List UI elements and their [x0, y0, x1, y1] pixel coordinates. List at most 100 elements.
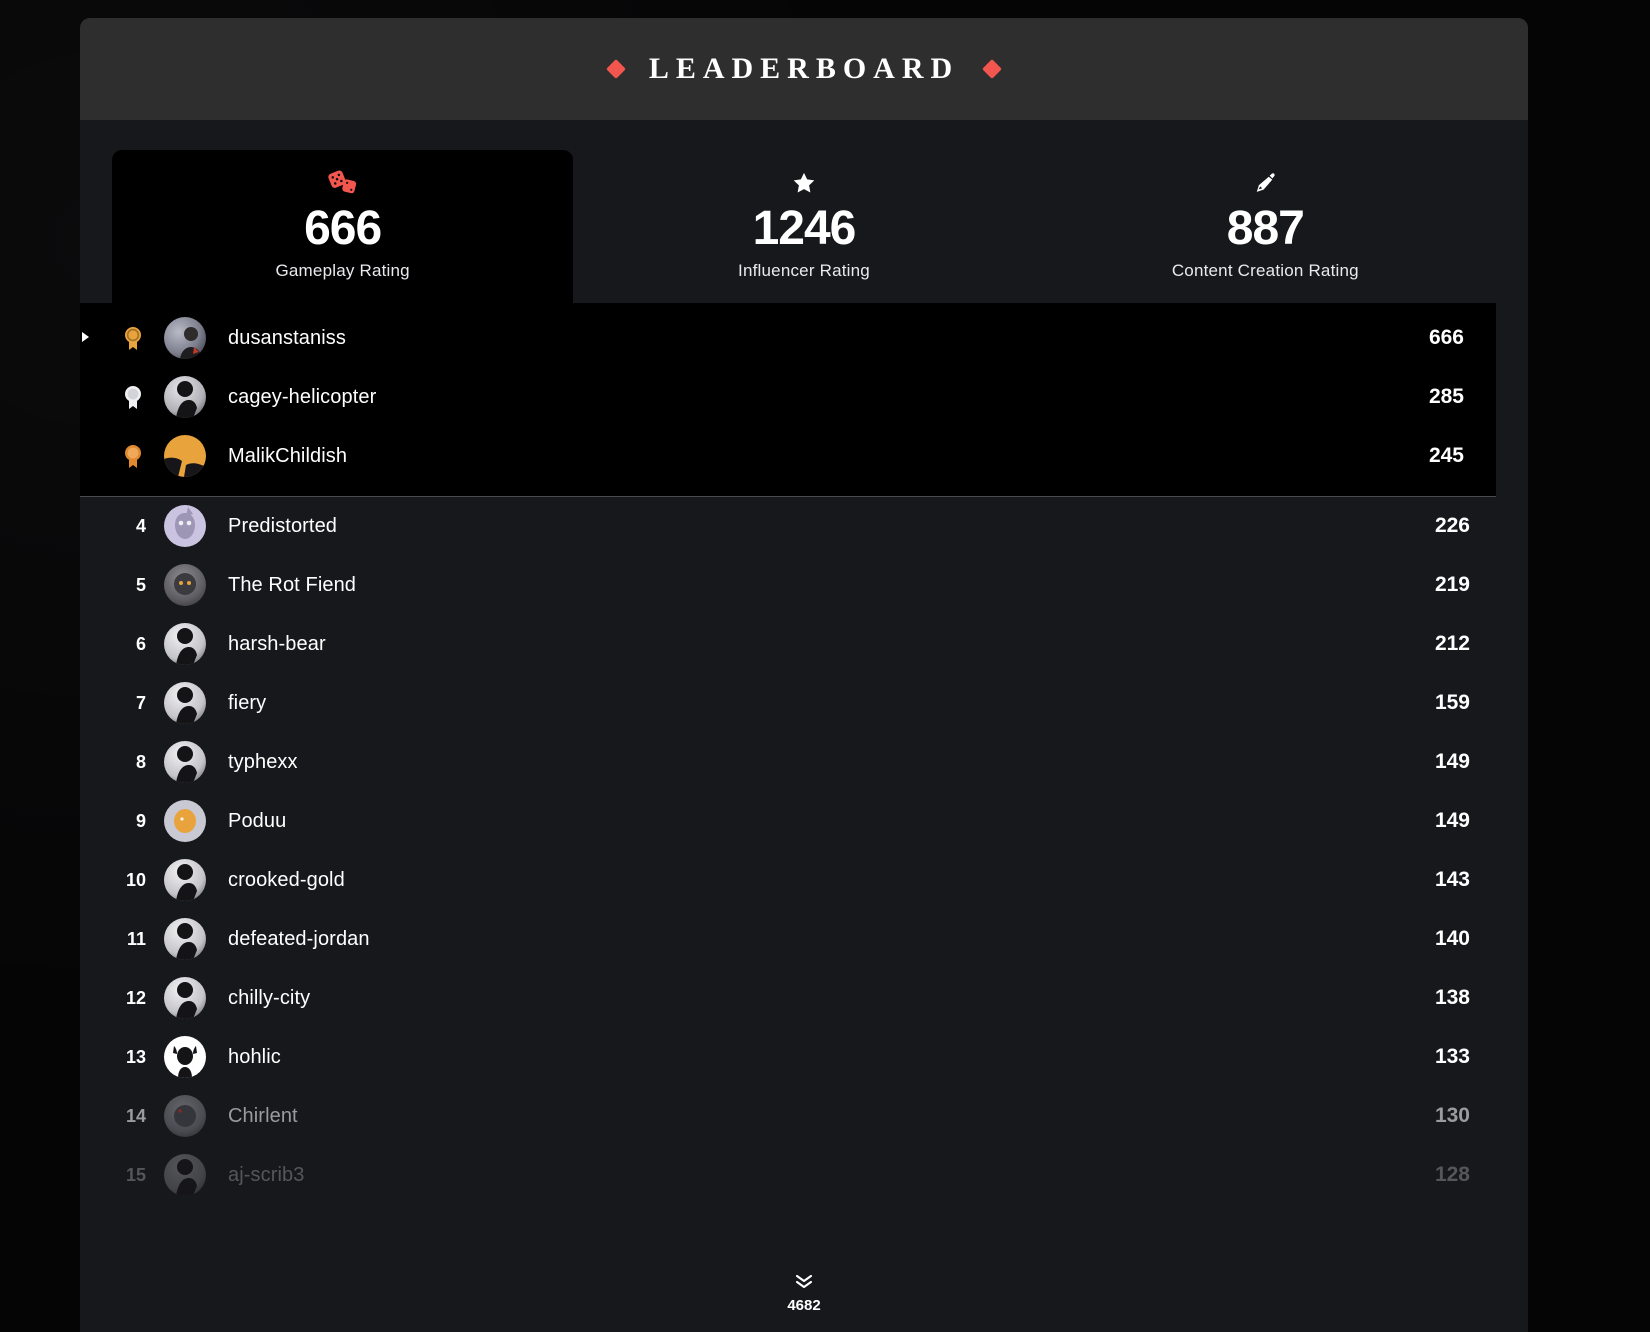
tab-influencer-value: 1246 [752, 202, 857, 255]
player-name: dusanstaniss [228, 326, 346, 349]
avatar [164, 623, 206, 666]
rank-cell-2 [80, 383, 160, 411]
table-row[interactable]: cagey-helicopter 285 [80, 368, 1496, 427]
tab-content-label: Content Creation Rating [1171, 260, 1359, 280]
player-name: crooked-gold [228, 868, 345, 891]
avatar [164, 918, 206, 961]
leaderboard-window: LEADERBOARD 666 Gameplay Rating 1246 Inf… [80, 18, 1528, 1332]
tab-influencer-rating[interactable]: 1246 Influencer Rating [573, 150, 1034, 303]
rank-cell: 10 [125, 869, 146, 890]
tab-influencer-label: Influencer Rating [738, 260, 870, 280]
avatar [164, 564, 206, 607]
player-score: 138 [1434, 986, 1470, 1010]
tab-content-value: 887 [1226, 202, 1305, 255]
leaderboard-list: 4 Predistorted 226 5 The Rot Fiend 219 6… [80, 497, 1528, 1205]
player-name: cagey-helicopter [228, 385, 377, 408]
tab-gameplay-rating[interactable]: 666 Gameplay Rating [112, 150, 574, 315]
gold-medal-icon [80, 324, 146, 352]
player-score: 130 [1434, 1104, 1470, 1128]
avatar [164, 1036, 206, 1079]
table-row[interactable]: 12 chilly-city 138 [80, 969, 1528, 1028]
table-row[interactable]: 15 aj-scrib3 128 [80, 1146, 1528, 1205]
chevron-double-down-icon[interactable] [794, 1274, 814, 1295]
rank-cell-1 [80, 324, 160, 352]
avatar [164, 859, 206, 902]
table-row[interactable]: MalikChildish 245 [80, 427, 1496, 486]
avatar [164, 1095, 206, 1138]
rank-cell: 14 [125, 1105, 146, 1126]
diamond-icon-right [982, 59, 1003, 79]
player-name: MalikChildish [228, 444, 348, 467]
rank-cell: 11 [126, 928, 146, 949]
rating-tabs: 666 Gameplay Rating 1246 Influencer Rati… [80, 120, 1528, 315]
rank-cell: 4 [135, 515, 146, 536]
avatar [164, 1154, 206, 1197]
rank-cell: 7 [135, 692, 146, 713]
avatar [164, 376, 206, 419]
player-score: 285 [1428, 385, 1464, 409]
tab-content-creation-rating[interactable]: 887 Content Creation Rating [1035, 150, 1496, 303]
rank-cell-3 [80, 442, 160, 470]
rank-cell: 15 [125, 1164, 146, 1185]
player-score: 666 [1428, 326, 1464, 350]
tab-gameplay-label: Gameplay Rating [275, 260, 410, 280]
star-icon [573, 168, 1034, 198]
player-score: 219 [1434, 573, 1470, 597]
window-titlebar: LEADERBOARD [80, 18, 1528, 120]
player-score: 128 [1434, 1163, 1470, 1187]
avatar [164, 682, 206, 725]
player-name: harsh-bear [228, 632, 326, 655]
player-name: The Rot Fiend [228, 573, 357, 596]
diamond-icon-left [605, 59, 626, 79]
player-score: 143 [1434, 868, 1470, 892]
current-user-caret-icon [82, 332, 89, 343]
dice-icon [112, 168, 573, 198]
player-name: hohlic [228, 1045, 281, 1068]
player-score: 159 [1434, 691, 1470, 715]
avatar [164, 505, 206, 548]
avatar [164, 317, 206, 360]
page-title: LEADERBOARD [648, 52, 960, 85]
tab-gameplay-value: 666 [304, 202, 382, 255]
player-name: Predistorted [228, 514, 338, 537]
silver-medal-icon [80, 383, 146, 411]
rank-cell: 5 [135, 574, 146, 595]
table-row[interactable]: 9 Poduu 149 [80, 792, 1528, 851]
rank-cell: 9 [135, 810, 146, 831]
rank-cell: 6 [135, 633, 146, 654]
player-score: 149 [1434, 809, 1470, 833]
player-name: defeated-jordan [228, 927, 370, 950]
player-name: typhexx [228, 750, 298, 773]
player-score: 133 [1434, 1045, 1470, 1069]
avatar [164, 435, 206, 478]
table-row[interactable]: 8 typhexx 149 [80, 733, 1528, 792]
avatar [164, 977, 206, 1020]
player-score: 140 [1434, 927, 1470, 951]
table-row[interactable]: 14 Chirlent 130 [80, 1087, 1528, 1146]
leaderboard-footer[interactable]: 4682 [80, 1236, 1528, 1332]
player-name: Poduu [228, 809, 287, 832]
rank-cell: 13 [125, 1046, 146, 1067]
player-name: fiery [228, 691, 267, 714]
table-row[interactable]: 6 harsh-bear 212 [80, 615, 1528, 674]
table-row[interactable]: 5 The Rot Fiend 219 [80, 556, 1528, 615]
player-score: 212 [1434, 632, 1470, 656]
player-score: 245 [1428, 444, 1464, 468]
player-name: Chirlent [228, 1104, 298, 1127]
table-row[interactable]: 10 crooked-gold 143 [80, 851, 1528, 910]
table-row[interactable]: 11 defeated-jordan 140 [80, 910, 1528, 969]
player-name: aj-scrib3 [228, 1163, 305, 1186]
podium-top3: dusanstaniss 666 cagey-helicopter 285 Ma… [80, 302, 1496, 497]
bronze-medal-icon [80, 442, 146, 470]
table-row[interactable]: 4 Predistorted 226 [80, 497, 1528, 556]
player-name: chilly-city [228, 986, 311, 1009]
rank-cell: 12 [125, 987, 146, 1008]
avatar [164, 741, 206, 784]
table-row[interactable]: dusanstaniss 666 [80, 309, 1496, 368]
player-score: 226 [1434, 514, 1470, 538]
avatar [164, 800, 206, 843]
table-row[interactable]: 7 fiery 159 [80, 674, 1528, 733]
player-score: 149 [1434, 750, 1470, 774]
rank-cell: 8 [135, 751, 146, 772]
table-row[interactable]: 13 hohlic 133 [80, 1028, 1528, 1087]
